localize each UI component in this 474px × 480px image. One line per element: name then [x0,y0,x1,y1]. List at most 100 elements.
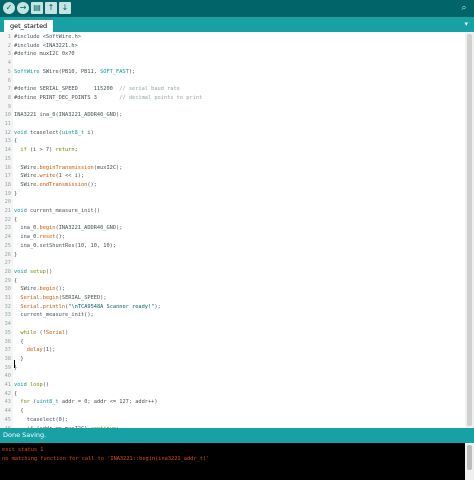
code-text: { [14,338,23,347]
code-token: { [14,408,24,415]
code-editor[interactable]: 1 #include <SoftWire.h> 2 #include <INA3221… [0,32,474,428]
upload-icon[interactable]: → [17,2,29,14]
code-line: 36 { [0,338,474,347]
line-number: 26 [4,251,11,258]
code-token: #define PRINT_DEC_POINTS 3 [14,94,120,101]
code-token: #include <SoftWire.h> [14,34,81,40]
code-token: (1); [42,347,56,354]
editor-scrollbar-thumb[interactable] [467,34,472,426]
code-token: i) [84,129,94,136]
code-line: 6 [0,77,474,86]
serial-monitor-icon[interactable]: ⌕ [458,2,470,14]
code-line: 26} [0,251,474,260]
code-text: Serial.begin(SERIAL_SPEED); [14,294,106,303]
code-token: tcaselect( [26,129,62,136]
console-output: exit status 1 no matching function for c… [0,443,474,480]
code-token: { [14,390,18,397]
code-text: SoftWire SWire(PB10, PB11, SOFT_FAST); [14,68,135,77]
code-text: SWire.begin(); [14,285,65,294]
code-token: SoftWire [14,68,40,75]
line-number: 5 [7,68,11,75]
code-line: 44 { [0,407,474,416]
new-sketch-icon[interactable]: ▤ [31,2,43,14]
code-token: INA3221 ina_0(INA3221_ADDR40_GND); [14,112,123,119]
text-cursor [14,360,15,368]
code-text: delay(1); [14,346,56,355]
code-text: { [14,137,17,146]
code-line: 20 [0,198,474,207]
code-text: } [14,251,17,260]
code-line: 22{ [0,216,474,225]
open-sketch-icon[interactable]: ↑ [45,2,57,14]
console-scrollbar[interactable] [465,443,474,480]
code-text: ina_0.reset(); [14,233,65,242]
code-token: } [14,190,18,197]
line-number: 14 [4,147,11,154]
code-token: beginTransmission [39,164,94,171]
code-token: begin [39,225,56,232]
code-token: } [14,355,24,362]
code-line: 10 INA3221 ina_0(INA3221_ADDR40_GND); [0,111,474,120]
code-token: void [14,268,27,275]
code-line: 2 #include <INA3221.h> [0,42,474,51]
code-line: 29{ [0,277,474,286]
tab-menu-icon[interactable]: ▾ [464,20,468,28]
code-token: loop [29,382,43,388]
line-number: 18 [4,181,11,188]
code-line: 30 SWire.begin(); [0,285,474,294]
line-number: 10 [4,112,11,119]
line-number: 42 [4,390,11,397]
code-token: ; [74,147,78,154]
code-text: ina_0.setShuntRes(10, 10, 10); [14,242,116,251]
line-number: 43 [4,399,11,406]
line-number: 7 [7,86,11,93]
code-line: 45 tcaselect(0); [0,416,474,425]
code-token: ); [128,68,136,75]
code-line: 17 SWire.write(1 << i); [0,172,474,181]
code-token: SWire. [14,173,40,180]
line-number: 15 [4,155,11,162]
code-text: { [14,277,17,286]
code-line: 32 Serial.println("\nTCA9548A Scanner re… [0,303,474,312]
code-text: { [14,216,17,225]
code-text: tcaselect(0); [14,416,68,425]
line-number: 13 [4,138,11,145]
code-token: Serial [20,295,40,301]
code-token: ); [154,303,161,310]
console-line: no matching function for call to 'INA322… [2,456,210,462]
line-number: 35 [4,329,11,336]
code-token: (INA3221_ADDR40_GND); [55,225,123,232]
code-token: SWire. [14,164,40,171]
code-token: setup [29,268,46,275]
code-token: // serial baud rate [119,86,180,93]
console-scrollbar-thumb[interactable] [467,445,472,470]
save-sketch-icon[interactable]: ↓ [59,2,71,14]
code-token: tcaselect(0); [14,416,69,423]
code-text: Serial.println("\nTCA9548A Scanner ready… [14,303,161,312]
code-token: SWire(PB10, PB11, [39,68,101,75]
code-line: 3 #define muxI2C 0x70 [0,50,474,59]
code-token: addr = 0; addr <= 127; addr++) [58,399,158,406]
code-line: 27 [0,259,474,268]
code-line: 11 [0,120,474,129]
code-token: #define muxI2C 0x70 [14,51,75,58]
code-token: Serial [45,329,66,336]
editor-scrollbar[interactable] [465,32,474,428]
tab-bar: get_started ▾ [0,17,474,32]
line-number: 30 [4,286,11,293]
code-token: void [14,208,27,214]
code-token: (! [36,329,46,336]
code-token: uint8_t [36,399,59,406]
code-token: "\nTCA9548A Scanner ready!" [68,303,155,310]
code-text: ina_0.begin(INA3221_ADDR40_GND); [14,224,122,233]
code-line: 8 #define PRINT_DEC_POINTS 3 // decimal p… [0,94,474,103]
verify-icon[interactable]: ✓ [3,2,15,14]
line-number: 19 [4,190,11,197]
code-token: while [20,329,37,336]
code-token: ina_0. [14,234,40,241]
status-message: Done Saving. [3,431,47,439]
code-token: void [14,129,27,136]
code-line: 4 [0,59,474,68]
tab-get-started[interactable]: get_started [4,20,54,32]
code-text: for (uint8_t addr = 0; addr <= 127; addr… [14,398,158,407]
